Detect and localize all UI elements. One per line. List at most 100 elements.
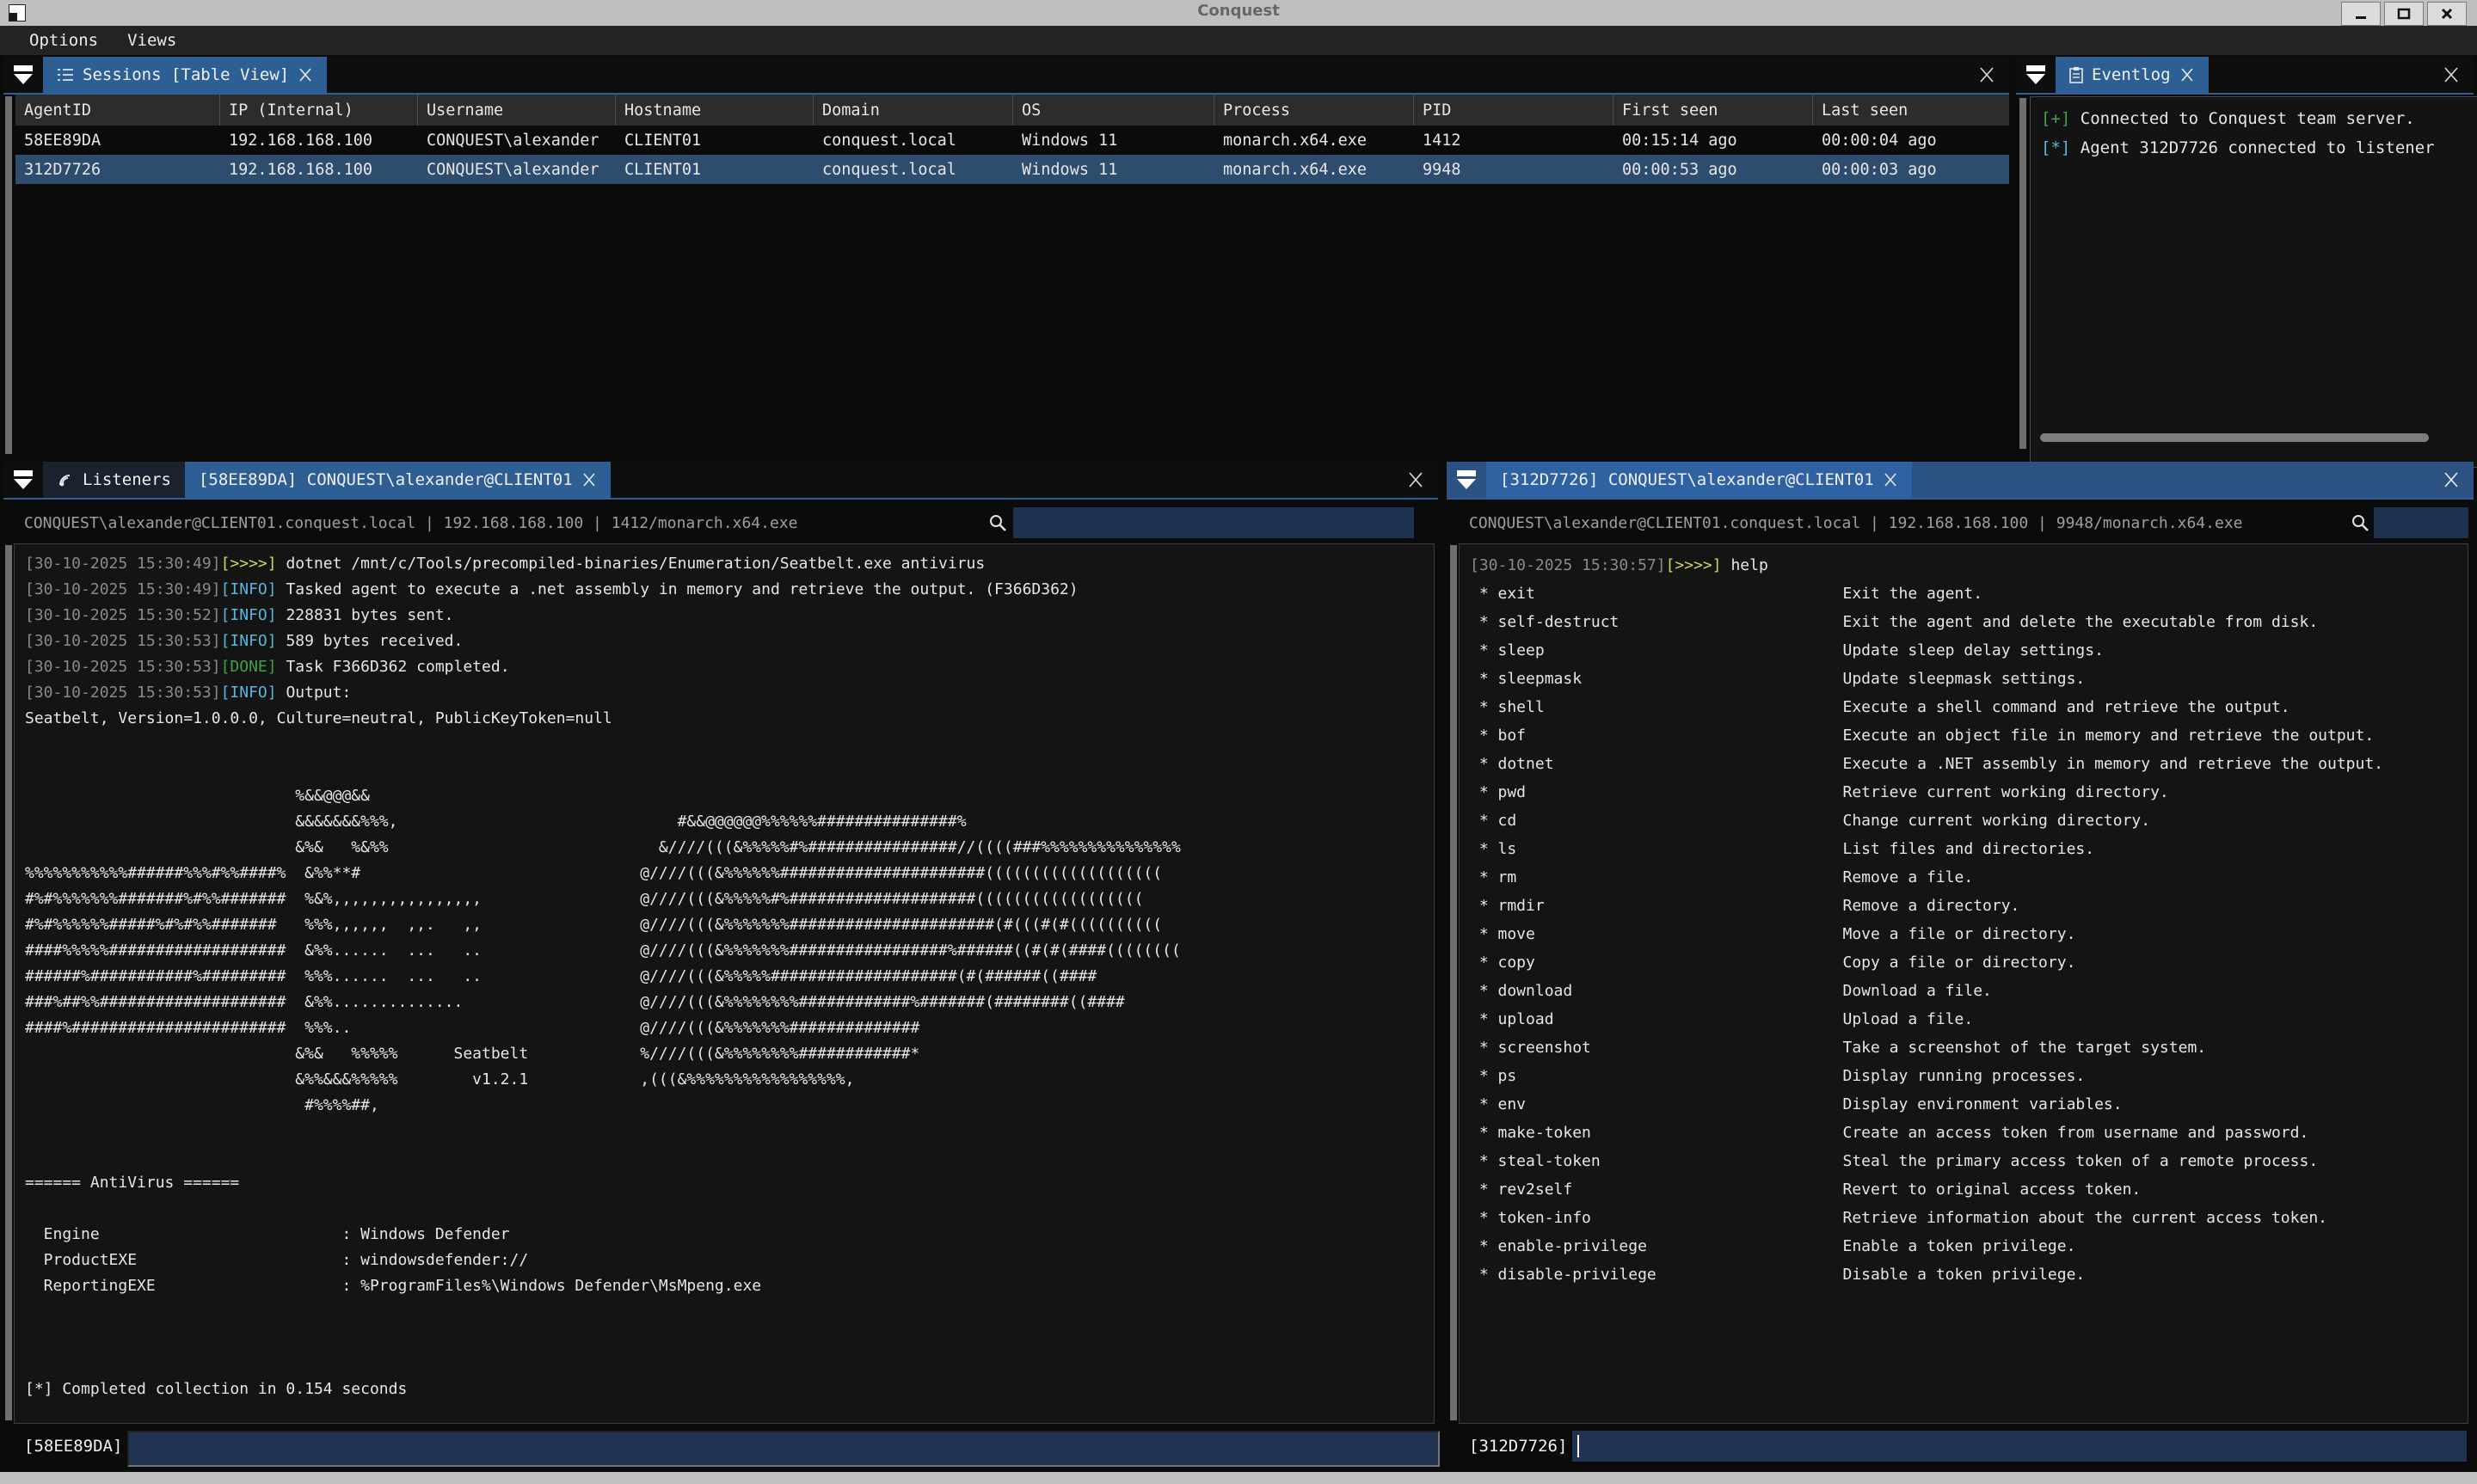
close-panel-button[interactable] [1393,462,1438,498]
pane-menu-icon[interactable] [3,57,43,93]
right-command-input[interactable] [1572,1431,2467,1462]
console-line: ####%%%%%################### &%%...... .… [25,938,1423,964]
console-line: * pwd Retrieve current working directory… [1470,778,2457,806]
close-icon [2440,7,2454,21]
console-line: * disable-privilege Disable a token priv… [1470,1260,2457,1289]
close-tab-icon[interactable] [298,67,313,83]
titlebar[interactable]: Conquest [0,0,2477,26]
console-line: [30-10-2025 15:30:52][INFO] 228831 bytes… [25,603,1423,629]
close-panel-button[interactable] [2429,57,2474,93]
close-tab-icon[interactable] [2179,67,2195,83]
sessions-table-body: 58EE89DA192.168.168.100CONQUEST\alexande… [15,126,2009,184]
maximize-button[interactable] [2384,2,2424,26]
col-pid[interactable]: PID [1414,95,1613,126]
console-line: ProductEXE : windowsdefender:// [25,1248,1423,1273]
eventlog-scrollbar[interactable] [2019,98,2026,449]
console-line: * self-destruct Exit the agent and delet… [1470,608,2457,636]
pane-menu-icon[interactable] [3,462,43,498]
console-line: [30-10-2025 15:30:49][>>>>] dotnet /mnt/… [25,551,1423,577]
tab-agent-312D7726[interactable]: [312D7726] CONQUEST\alexander@CLIENT01 [1486,462,1912,498]
col-process[interactable]: Process [1214,95,1414,126]
left-console-scrollbar[interactable] [5,545,12,1420]
close-panel-button[interactable] [1964,57,2009,93]
tab-eventlog-label: Eventlog [2092,65,2171,84]
console-line: * sleep Update sleep delay settings. [1470,636,2457,665]
console-line: * dotnet Execute a .NET assembly in memo… [1470,750,2457,778]
console-line: #%#%%%%%%%#######%#%%####### %&%,,,,,,,,… [25,886,1423,912]
menubar: Options Views [0,26,2477,55]
left-command-input[interactable] [127,1431,1440,1467]
text-cursor [1577,1435,1579,1457]
window-bottom-border [0,1472,2477,1484]
minimize-button[interactable] [2341,2,2381,26]
console-line: * sleepmask Update sleepmask settings. [1470,665,2457,693]
left-console-tabbar: Listeners [58EE89DA] CONQUEST\alexander@… [3,462,1438,500]
left-console-output: [30-10-2025 15:30:49][>>>>] dotnet /mnt/… [14,543,1435,1424]
eventlog-line: [*] Agent 312D7726 connected to listener [2041,133,2476,163]
tab-sessions[interactable]: Sessions [Table View] [43,57,327,93]
tab-listeners-label: Listeners [83,470,171,489]
list-icon [57,67,74,83]
close-tab-icon[interactable] [581,472,597,488]
console-line: * steal-token Steal the primary access t… [1470,1147,2457,1175]
right-console-tabbar: [312D7726] CONQUEST\alexander@CLIENT01 [1447,462,2474,500]
search-icon [987,512,1008,533]
console-line: Engine : Windows Defender [25,1222,1423,1248]
col-username[interactable]: Username [418,95,616,126]
eventlog-line: [+] Connected to Conquest team server. [2041,104,2476,133]
console-line: * ls List files and directories. [1470,835,2457,863]
right-search-input[interactable] [2374,507,2468,538]
close-icon [1406,470,1425,489]
console-line: * ps Display running processes. [1470,1062,2457,1090]
pane-menu-icon[interactable] [1447,462,1486,498]
table-row[interactable]: 58EE89DA192.168.168.100CONQUEST\alexande… [15,126,2009,155]
close-icon [1977,65,1996,84]
menu-options[interactable]: Options [29,31,98,50]
conquest-window: Conquest Options Views Sessions [Table V… [0,0,2477,1484]
sessions-scrollbar[interactable] [5,96,12,454]
col-os[interactable]: OS [1013,95,1214,126]
col-agentid[interactable]: AgentID [15,95,220,126]
console-line: &%%&&&%%%%% v1.2.1 ,(((&%%%%%%%%%%%%%%%%… [25,1067,1423,1093]
console-line: Seatbelt, Version=1.0.0.0, Culture=neutr… [25,706,1423,732]
left-search-input[interactable] [1013,507,1414,538]
console-line: * move Move a file or directory. [1470,920,2457,948]
console-line: * token-info Retrieve information about … [1470,1204,2457,1232]
console-line: ###%##%%#################### &%%........… [25,990,1423,1015]
eventlog-hscrollbar[interactable] [2040,433,2429,442]
col-last-seen[interactable]: Last seen [1813,95,2009,126]
console-line [25,1325,1423,1351]
close-tab-icon[interactable] [1883,472,1898,488]
console-line: %%%%%%%%%%%######%%%#%%####% &%%**# @///… [25,861,1423,886]
pane-menu-icon[interactable] [2016,57,2056,93]
tab-agent-58EE89DA[interactable]: [58EE89DA] CONQUEST\alexander@CLIENT01 [185,462,611,498]
close-window-button[interactable] [2427,2,2467,26]
right-console-output: [30-10-2025 15:30:57][>>>>] help * exit … [1459,543,2468,1424]
maximize-icon [2397,7,2411,21]
right-console-scrollbar[interactable] [1450,545,1457,1420]
console-line: &&&&&&&%%%, #&&@@@@@@%%%%%%#############… [25,809,1423,835]
console-line: * screenshot Take a screenshot of the ta… [1470,1033,2457,1062]
console-line: * exit Exit the agent. [1470,579,2457,608]
console-line: * rm Remove a file. [1470,863,2457,892]
right-prompt-label: [312D7726] [1469,1437,1567,1456]
console-line: * upload Upload a file. [1470,1005,2457,1033]
tab-listeners[interactable]: Listeners [43,462,185,498]
console-line: * bof Execute an object file in memory a… [1470,721,2457,750]
console-line: * rmdir Remove a directory. [1470,892,2457,920]
console-line: ====== AntiVirus ====== [25,1170,1423,1196]
close-panel-button[interactable] [2429,462,2474,498]
tab-eventlog[interactable]: Eventlog [2056,57,2209,93]
console-line [25,1119,1423,1144]
col-hostname[interactable]: Hostname [616,95,814,126]
col-first-seen[interactable]: First seen [1613,95,1813,126]
menu-views[interactable]: Views [127,31,176,50]
console-line: [30-10-2025 15:30:53][INFO] 589 bytes re… [25,629,1423,654]
console-line: * env Display environment variables. [1470,1090,2457,1119]
col-ip-internal[interactable]: IP (Internal) [220,95,418,126]
console-line: #%%%%##, [25,1093,1423,1119]
table-row[interactable]: 312D7726192.168.168.100CONQUEST\alexande… [15,155,2009,184]
console-line: * shell Execute a shell command and retr… [1470,693,2457,721]
col-domain[interactable]: Domain [814,95,1013,126]
minimize-icon [2354,7,2368,21]
